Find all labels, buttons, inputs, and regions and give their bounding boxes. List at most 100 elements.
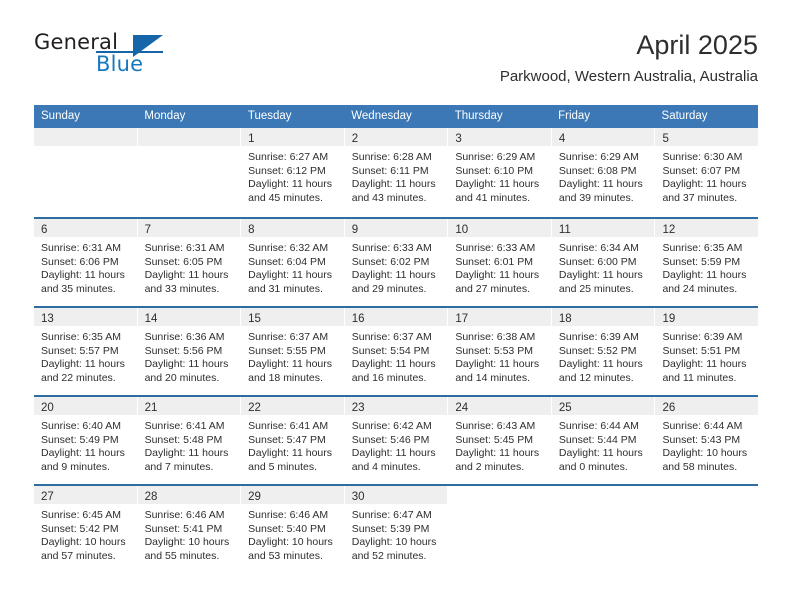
- daylight-text: and 5 minutes.: [248, 460, 318, 473]
- day-cell[interactable]: 26 Sunrise: 6:44 AM Sunset: 5:43 PM Dayligh…: [655, 397, 759, 484]
- daylight-text: Daylight: 11 hours: [351, 447, 436, 459]
- day-cell[interactable]: 17 Sunrise: 6:38 AM Sunset: 5:53 PM Dayligh…: [448, 308, 552, 395]
- weekday-header-wednesday: Wednesday: [351, 110, 412, 122]
- daylight-text: and 4 minutes.: [351, 460, 421, 473]
- daylight-text: and 22 minutes.: [41, 371, 116, 384]
- sunset-text: Sunset: 5:47 PM: [248, 433, 326, 446]
- day-cell[interactable]: 3 Sunrise: 6:29 AM Sunset: 6:10 PM Daylight…: [448, 128, 552, 217]
- day-number: 4: [558, 133, 566, 145]
- day-cell[interactable]: 6 Sunrise: 6:31 AM Sunset: 6:06 PM Daylight…: [34, 219, 138, 306]
- day-cell[interactable]: 25 Sunrise: 6:44 AM Sunset: 5:44 PM Dayligh…: [551, 397, 656, 484]
- day-cell[interactable]: 23 Sunrise: 6:42 AM Sunset: 5:46 PM Dayligh…: [344, 397, 449, 484]
- day-sun-info: Sunrise: 6:28 AM Sunset: 6:11 PM Daylight:…: [345, 146, 448, 205]
- sunset-text: Sunset: 5:54 PM: [351, 344, 430, 357]
- day-number-band: 9: [344, 219, 448, 237]
- weekday-header-saturday: Saturday: [661, 110, 708, 122]
- day-number: 26: [662, 402, 676, 414]
- day-number-band: 28: [137, 486, 241, 504]
- sunset-text: Sunset: 6:12 PM: [248, 164, 326, 177]
- sunset-text: Sunset: 5:41 PM: [144, 522, 223, 535]
- day-cell[interactable]: 21 Sunrise: 6:41 AM Sunset: 5:48 PM Dayligh…: [137, 397, 242, 484]
- day-cell[interactable]: 4 Sunrise: 6:29 AM Sunset: 6:08 PM Daylight…: [551, 128, 656, 217]
- day-number-band: 5: [655, 128, 759, 146]
- daylight-text: Daylight: 11 hours: [455, 358, 540, 370]
- day-number-band: 26: [655, 397, 759, 415]
- day-cell[interactable]: 7 Sunrise: 6:31 AM Sunset: 6:05 PM Daylight…: [137, 219, 242, 306]
- day-sun-info: Sunrise: 6:35 AM Sunset: 5:57 PM Daylight:…: [34, 326, 137, 385]
- sunrise-text: Sunrise: 6:37 AM: [351, 331, 432, 343]
- daylight-text: Daylight: 11 hours: [248, 358, 333, 370]
- day-cell[interactable]: 22 Sunrise: 6:41 AM Sunset: 5:47 PM Dayligh…: [241, 397, 345, 484]
- day-cell[interactable]: 19 Sunrise: 6:39 AM Sunset: 5:51 PM Dayligh…: [655, 308, 759, 395]
- day-cell[interactable]: 29 Sunrise: 6:46 AM Sunset: 5:40 PM Dayligh…: [241, 486, 345, 573]
- day-number: 2: [351, 133, 359, 145]
- day-number-band: 20: [34, 397, 137, 415]
- day-cell[interactable]: 13 Sunrise: 6:35 AM Sunset: 5:57 PM Dayligh…: [34, 308, 138, 395]
- sunset-text: Sunset: 6:00 PM: [558, 255, 637, 268]
- sunrise-text: Sunrise: 6:39 AM: [662, 331, 743, 343]
- sunset-text: Sunset: 5:43 PM: [662, 433, 741, 446]
- daylight-text: Daylight: 11 hours: [144, 358, 229, 370]
- day-cell[interactable]: 2 Sunrise: 6:28 AM Sunset: 6:11 PM Daylight…: [344, 128, 449, 217]
- day-number-band: 7: [137, 219, 241, 237]
- sunset-text: Sunset: 5:56 PM: [144, 344, 223, 357]
- sunrise-text: Sunrise: 6:44 AM: [558, 420, 639, 432]
- general-blue-logo[interactable]: General Blue: [34, 30, 204, 86]
- sunset-text: Sunset: 6:08 PM: [558, 164, 637, 177]
- day-sun-info: Sunrise: 6:33 AM Sunset: 6:02 PM Daylight:…: [345, 237, 448, 296]
- sunrise-text: Sunrise: 6:31 AM: [144, 242, 225, 254]
- day-cell-empty: [655, 486, 759, 573]
- daylight-text: and 57 minutes.: [41, 549, 116, 562]
- day-cell[interactable]: 30 Sunrise: 6:47 AM Sunset: 5:39 PM Dayligh…: [344, 486, 449, 573]
- sunset-text: Sunset: 5:49 PM: [41, 433, 119, 446]
- day-cell[interactable]: 8 Sunrise: 6:32 AM Sunset: 6:04 PM Daylight…: [241, 219, 345, 306]
- sunset-text: Sunset: 5:59 PM: [662, 255, 741, 268]
- day-cell[interactable]: 18 Sunrise: 6:39 AM Sunset: 5:52 PM Dayligh…: [551, 308, 656, 395]
- day-sun-info: Sunrise: 6:32 AM Sunset: 6:04 PM Daylight:…: [241, 237, 344, 296]
- day-sun-info: Sunrise: 6:37 AM Sunset: 5:54 PM Daylight:…: [345, 326, 448, 385]
- daylight-text: and 20 minutes.: [144, 371, 220, 384]
- daylight-text: and 52 minutes.: [351, 549, 427, 562]
- sunrise-text: Sunrise: 6:29 AM: [558, 151, 639, 163]
- sunrise-text: Sunrise: 6:41 AM: [248, 420, 329, 432]
- sunrise-text: Sunrise: 6:35 AM: [662, 242, 743, 254]
- day-cell[interactable]: 10 Sunrise: 6:33 AM Sunset: 6:01 PM Dayligh…: [448, 219, 552, 306]
- day-cell-empty: [551, 486, 656, 573]
- day-cell[interactable]: 9 Sunrise: 6:33 AM Sunset: 6:02 PM Daylight…: [344, 219, 449, 306]
- day-number-band: 25: [551, 397, 655, 415]
- sunrise-text: Sunrise: 6:28 AM: [351, 151, 432, 163]
- day-cell[interactable]: 16 Sunrise: 6:37 AM Sunset: 5:54 PM Dayligh…: [344, 308, 449, 395]
- sunrise-text: Sunrise: 6:46 AM: [144, 509, 225, 521]
- day-cell[interactable]: 1 Sunrise: 6:27 AM Sunset: 6:12 PM Daylight…: [241, 128, 345, 217]
- day-cell[interactable]: 5 Sunrise: 6:30 AM Sunset: 6:07 PM Daylight…: [655, 128, 759, 217]
- day-number-band: 12: [655, 219, 759, 237]
- day-number: 11: [558, 224, 571, 236]
- day-cell[interactable]: 14 Sunrise: 6:36 AM Sunset: 5:56 PM Dayligh…: [137, 308, 242, 395]
- daylight-text: Daylight: 11 hours: [455, 178, 540, 190]
- calendar-week-row: 27 Sunrise: 6:45 AM Sunset: 5:42 PM Dayligh…: [34, 484, 759, 573]
- day-cell[interactable]: 11 Sunrise: 6:34 AM Sunset: 6:00 PM Dayligh…: [551, 219, 656, 306]
- day-number: 7: [144, 224, 151, 236]
- day-number-band: 8: [241, 219, 344, 237]
- daylight-text: and 29 minutes.: [351, 282, 427, 295]
- daylight-text: Daylight: 10 hours: [662, 447, 748, 459]
- day-cell[interactable]: 27 Sunrise: 6:45 AM Sunset: 5:42 PM Dayligh…: [34, 486, 138, 573]
- day-number: 14: [144, 313, 158, 325]
- day-cell[interactable]: 24 Sunrise: 6:43 AM Sunset: 5:45 PM Dayligh…: [448, 397, 552, 484]
- day-cell[interactable]: 15 Sunrise: 6:37 AM Sunset: 5:55 PM Dayligh…: [241, 308, 345, 395]
- day-cell[interactable]: 20 Sunrise: 6:40 AM Sunset: 5:49 PM Dayligh…: [34, 397, 138, 484]
- sunset-text: Sunset: 6:04 PM: [248, 255, 326, 268]
- day-sun-info: Sunrise: 6:39 AM Sunset: 5:51 PM Daylight:…: [655, 326, 758, 385]
- page-title: April 2025: [636, 30, 758, 60]
- sunset-text: Sunset: 5:48 PM: [144, 433, 223, 446]
- day-sun-info: Sunrise: 6:41 AM Sunset: 5:48 PM Daylight:…: [138, 415, 241, 474]
- day-number: 27: [41, 491, 54, 503]
- day-cell[interactable]: 12 Sunrise: 6:35 AM Sunset: 5:59 PM Dayligh…: [655, 219, 759, 306]
- day-number: 18: [558, 313, 572, 325]
- day-number-band: 13: [34, 308, 137, 326]
- day-number: 13: [41, 313, 54, 325]
- day-sun-info: Sunrise: 6:39 AM Sunset: 5:52 PM Daylight:…: [552, 326, 655, 385]
- day-cell[interactable]: 28 Sunrise: 6:46 AM Sunset: 5:41 PM Dayligh…: [137, 486, 242, 573]
- day-number-band: 27: [34, 486, 137, 504]
- calendar-week-row: 1 Sunrise: 6:27 AM Sunset: 6:12 PM Daylight…: [34, 128, 759, 217]
